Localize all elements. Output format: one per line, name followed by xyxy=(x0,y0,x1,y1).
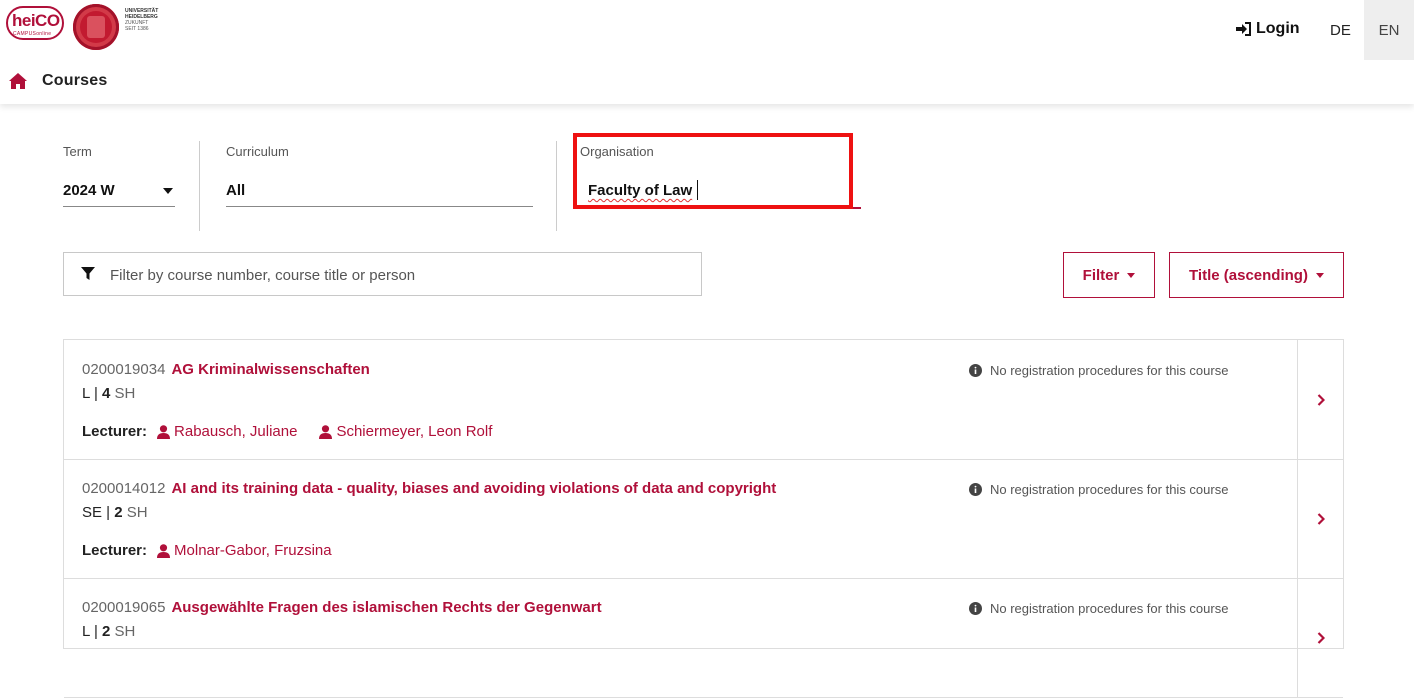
chevron-right-icon xyxy=(1317,393,1325,406)
course-row[interactable]: 0200019034 AG Kriminalwissenschaften L | … xyxy=(64,340,1343,460)
top-bar: heiCO CAMPUSonline UNIVERSITÄT HEIDELBER… xyxy=(0,0,1414,104)
course-title-link[interactable]: Ausgewählte Fragen des islamischen Recht… xyxy=(171,599,601,616)
language-en-link[interactable]: EN xyxy=(1364,0,1414,60)
hours-unit: SH xyxy=(114,385,136,402)
university-wordmark: UNIVERSITÄT HEIDELBERG ZUKUNFT SEIT 1386 xyxy=(125,8,159,32)
course-title-link[interactable]: AI and its training data - quality, bias… xyxy=(171,480,776,497)
term-value: 2024 W xyxy=(63,182,115,199)
filter-icon xyxy=(81,267,95,280)
home-icon[interactable] xyxy=(9,73,27,89)
course-detail-button[interactable] xyxy=(1297,340,1344,459)
course-search-box[interactable] xyxy=(63,252,702,296)
info-circle-icon xyxy=(969,483,982,496)
course-title-link[interactable]: AG Kriminalwissenschaften xyxy=(171,361,369,378)
course-row[interactable]: 0200014012 AI and its training data - qua… xyxy=(64,459,1343,579)
course-row[interactable]: 0200019065 Ausgewählte Fragen des islamis… xyxy=(64,578,1343,698)
registration-status: No registration procedures for this cour… xyxy=(969,482,1228,497)
course-type: SE xyxy=(82,504,103,521)
chevron-right-icon xyxy=(1317,631,1325,644)
lecturer-label: Lecturer: xyxy=(82,423,148,440)
info-circle-icon xyxy=(969,364,982,377)
hours-unit: SH xyxy=(114,623,136,640)
registration-status: No registration procedures for this cour… xyxy=(969,363,1228,378)
course-number: 0200019034 xyxy=(82,361,166,378)
user-icon xyxy=(157,543,171,558)
sign-in-icon xyxy=(1236,22,1251,36)
course-number: 0200014012 xyxy=(82,480,166,497)
course-list: 0200019034 AG Kriminalwissenschaften L | … xyxy=(63,339,1344,698)
logo-subtext: CAMPUSonline xyxy=(13,31,52,37)
course-detail-button[interactable] xyxy=(1297,459,1344,578)
language-de-link[interactable]: DE xyxy=(1330,22,1351,39)
term-label: Term xyxy=(63,144,92,159)
user-icon xyxy=(157,424,171,439)
hours-unit: SH xyxy=(126,504,148,521)
course-type: L xyxy=(82,623,90,640)
logo-text: heiCO xyxy=(12,11,60,30)
lecturer-link[interactable]: Rabausch, Juliane xyxy=(157,423,297,440)
chevron-right-icon xyxy=(1317,512,1325,525)
curriculum-value: All xyxy=(226,182,246,199)
heico-logo[interactable]: heiCO CAMPUSonline xyxy=(6,6,66,40)
login-label: Login xyxy=(1256,20,1300,37)
user-icon xyxy=(319,424,333,439)
filter-button[interactable]: Filter xyxy=(1063,252,1155,298)
login-button[interactable]: Login xyxy=(1236,20,1300,38)
caret-down-icon xyxy=(1127,272,1136,278)
chevron-down-icon xyxy=(163,188,173,194)
course-hours: 2 xyxy=(114,504,123,521)
divider xyxy=(556,141,557,231)
course-hours: 2 xyxy=(102,623,111,640)
sort-button[interactable]: Title (ascending) xyxy=(1169,252,1344,298)
lecturer-label: Lecturer: xyxy=(82,542,148,559)
course-number: 0200019065 xyxy=(82,599,166,616)
divider xyxy=(199,141,200,231)
lecturer-link[interactable]: Schiermeyer, Leon Rolf xyxy=(319,423,492,440)
course-type: L xyxy=(82,385,90,402)
university-seal-logo xyxy=(73,4,119,50)
highlight-box xyxy=(573,133,853,209)
filter-button-label: Filter xyxy=(1082,266,1120,284)
lecturer-link[interactable]: Molnar-Gabor, Fruzsina xyxy=(157,542,332,559)
caret-down-icon xyxy=(1315,272,1324,278)
sort-button-label: Title (ascending) xyxy=(1189,266,1308,284)
course-detail-button[interactable] xyxy=(1297,578,1344,697)
info-circle-icon xyxy=(969,602,982,615)
curriculum-label: Curriculum xyxy=(226,144,289,159)
course-hours: 4 xyxy=(102,385,111,402)
breadcrumb-courses: Courses xyxy=(42,72,108,89)
registration-status: No registration procedures for this cour… xyxy=(969,601,1228,616)
search-input[interactable] xyxy=(108,261,692,289)
